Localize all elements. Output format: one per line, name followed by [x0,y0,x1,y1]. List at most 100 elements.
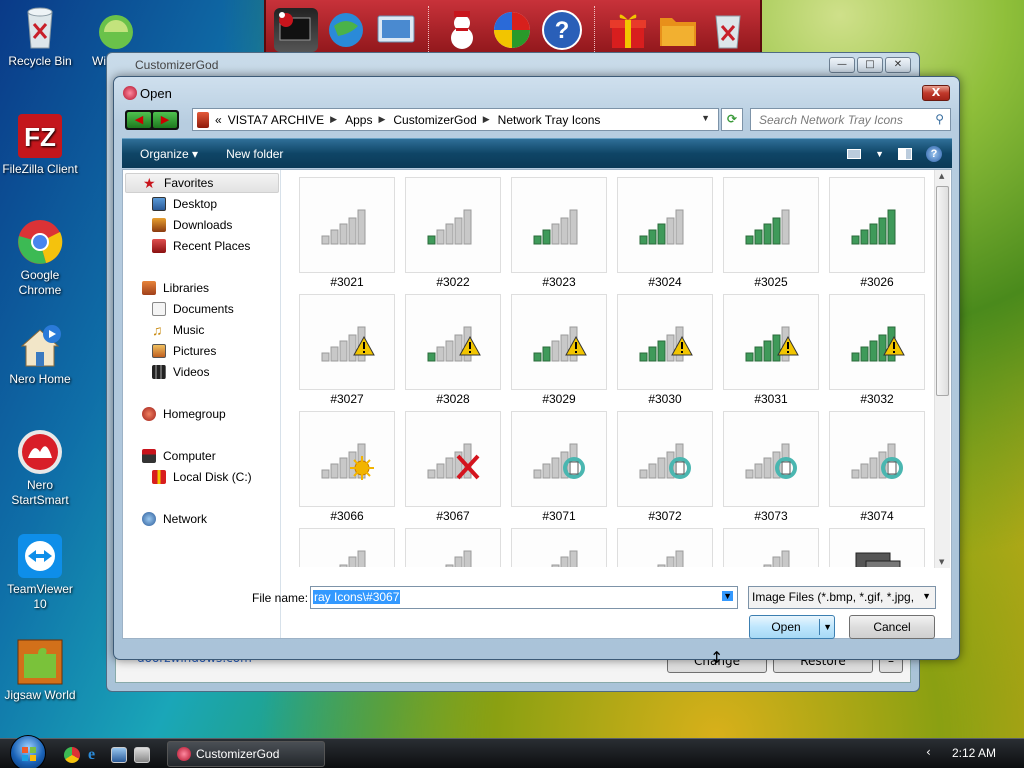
nav-item-music[interactable]: ♫ Music [152,320,204,340]
nav-item-local-disk[interactable]: Local Disk (C:) [152,467,252,487]
new-folder-button[interactable]: New folder [216,147,293,161]
recycle-bin-icon[interactable] [706,8,750,52]
nav-item-documents[interactable]: Documents [152,299,234,319]
breadcrumb-item[interactable]: VISTA7 ARCHIVE [228,113,324,127]
address-bar[interactable]: « VISTA7 ARCHIVE ▶ Apps ▶ CustomizerGod ▶ N… [192,108,719,131]
file-thumbnail [405,528,501,567]
nav-item-recent-places[interactable]: Recent Places [152,236,250,256]
display-icon[interactable] [374,8,418,52]
search-input[interactable]: Search Network Tray Icons ⚲ [750,108,951,131]
chevron-down-icon[interactable]: ▼ [701,113,710,123]
nav-item-downloads[interactable]: Downloads [152,215,232,235]
scroll-down-icon[interactable]: ▼ [939,558,944,566]
minimize-button[interactable]: — [829,57,855,73]
chrome-quicklaunch-icon[interactable] [64,747,80,763]
help-icon[interactable]: ? [926,146,942,162]
file-item[interactable]: #3029 [511,294,607,411]
file-item[interactable]: #3072 [617,411,713,528]
nav-item-network[interactable]: Network [142,509,207,529]
folder-icon[interactable] [656,8,700,52]
refresh-button[interactable]: ⟳ [721,108,743,131]
file-item[interactable] [405,528,501,567]
file-item[interactable] [829,528,925,567]
change-view-icon[interactable] [847,149,862,159]
nav-item-desktop[interactable]: Desktop [152,194,217,214]
internet-explorer-icon[interactable]: e [88,747,104,763]
switch-windows-icon[interactable] [134,747,150,763]
nav-item-libraries[interactable]: Libraries [142,278,209,298]
nav-item-pictures[interactable]: Pictures [152,341,216,361]
close-button[interactable]: ✕ [885,57,911,73]
scroll-thumb[interactable] [936,186,949,396]
taskbar-item-customizergod[interactable]: CustomizerGod [167,741,325,767]
nav-item-videos[interactable]: Videos [152,362,209,382]
preview-pane-icon[interactable] [898,148,912,160]
chevron-down-icon[interactable]: ▼ [823,616,832,638]
file-item[interactable]: #3027 [299,294,395,411]
breadcrumb-overflow[interactable]: « [215,113,222,127]
file-item[interactable] [299,528,395,567]
chevron-down-icon[interactable]: ▼ [875,149,884,159]
open-button[interactable]: Open ▼ [749,615,835,639]
desktop-icon-nero-startsmart[interactable]: Nero StartSmart [0,428,80,508]
nav-item-favorites[interactable]: ★ Favorites [125,173,279,193]
file-name-input[interactable]: ray Icons\#3067 ▼ [310,586,738,609]
file-item[interactable]: #3031 [723,294,819,411]
file-item[interactable]: #3028 [405,294,501,411]
file-item[interactable]: #3073 [723,411,819,528]
file-item[interactable]: #3026 [829,177,925,294]
chevron-down-icon[interactable]: ▼ [722,591,733,601]
help-icon[interactable]: ? [540,8,584,52]
back-button[interactable]: ◀ [127,112,151,128]
network-globe-icon[interactable] [324,8,368,52]
desktop-icon-nero-home[interactable]: Nero Home [0,322,80,387]
file-item[interactable]: #3021 [299,177,395,294]
file-item[interactable]: #3074 [829,411,925,528]
file-item[interactable]: #3024 [617,177,713,294]
file-item[interactable] [723,528,819,567]
security-shield-icon[interactable] [490,8,534,52]
file-item[interactable]: #3071 [511,411,607,528]
desktop-icon-filezilla[interactable]: FZ FileZilla Client [0,112,80,177]
clock[interactable]: 2:12 AM [952,746,996,760]
nav-item-homegroup[interactable]: Homegroup [142,404,226,424]
maximize-button[interactable]: □ [857,57,883,73]
file-item[interactable]: #3067 [405,411,501,528]
start-button[interactable] [10,735,46,768]
file-item[interactable]: #3066 [299,411,395,528]
organize-button[interactable]: Organize ▾ [130,147,208,161]
file-item[interactable] [617,528,713,567]
desktop-icon-teamviewer[interactable]: TeamViewer 10 [0,532,80,612]
gift-icon[interactable] [606,8,650,52]
file-thumbnail [511,177,607,273]
computer-santa-icon[interactable] [274,8,318,52]
file-item[interactable]: #3030 [617,294,713,411]
chevron-right-icon[interactable]: ▶ [378,114,385,125]
breadcrumb-item[interactable]: CustomizerGod [393,113,476,127]
chevron-right-icon[interactable]: ▶ [483,114,490,125]
file-item[interactable]: #3032 [829,294,925,411]
desktop-icon-recycle-bin[interactable]: Recycle Bin [0,4,80,69]
desktop-icon-chrome[interactable]: Google Chrome [0,218,80,298]
cancel-button[interactable]: Cancel [849,615,935,639]
search-icon[interactable]: ⚲ [935,112,944,126]
file-thumbnail [405,411,501,507]
desktop-icon-jigsaw-world[interactable]: Jigsaw World [0,638,80,703]
file-item[interactable]: #3023 [511,177,607,294]
breadcrumb-item[interactable]: Apps [345,113,372,127]
close-button[interactable]: X [922,85,950,101]
vertical-scrollbar[interactable]: ▲ ▼ [934,170,950,568]
file-item[interactable]: #3022 [405,177,501,294]
file-type-select[interactable]: Image Files (*.bmp, *.gif, *.jpg, ▼ [748,586,936,609]
show-desktop-icon[interactable] [111,747,127,763]
chevron-down-icon[interactable]: ▼ [919,591,931,601]
scroll-up-icon[interactable]: ▲ [939,172,944,180]
snowman-icon[interactable] [440,8,484,52]
show-hidden-icons-button[interactable]: ‹ [926,745,931,759]
breadcrumb-item[interactable]: Network Tray Icons [498,113,601,127]
file-item[interactable]: #3025 [723,177,819,294]
file-item[interactable] [511,528,607,567]
chevron-right-icon[interactable]: ▶ [330,114,337,125]
nav-item-computer[interactable]: Computer [142,446,216,466]
forward-button[interactable]: ▶ [153,112,177,128]
